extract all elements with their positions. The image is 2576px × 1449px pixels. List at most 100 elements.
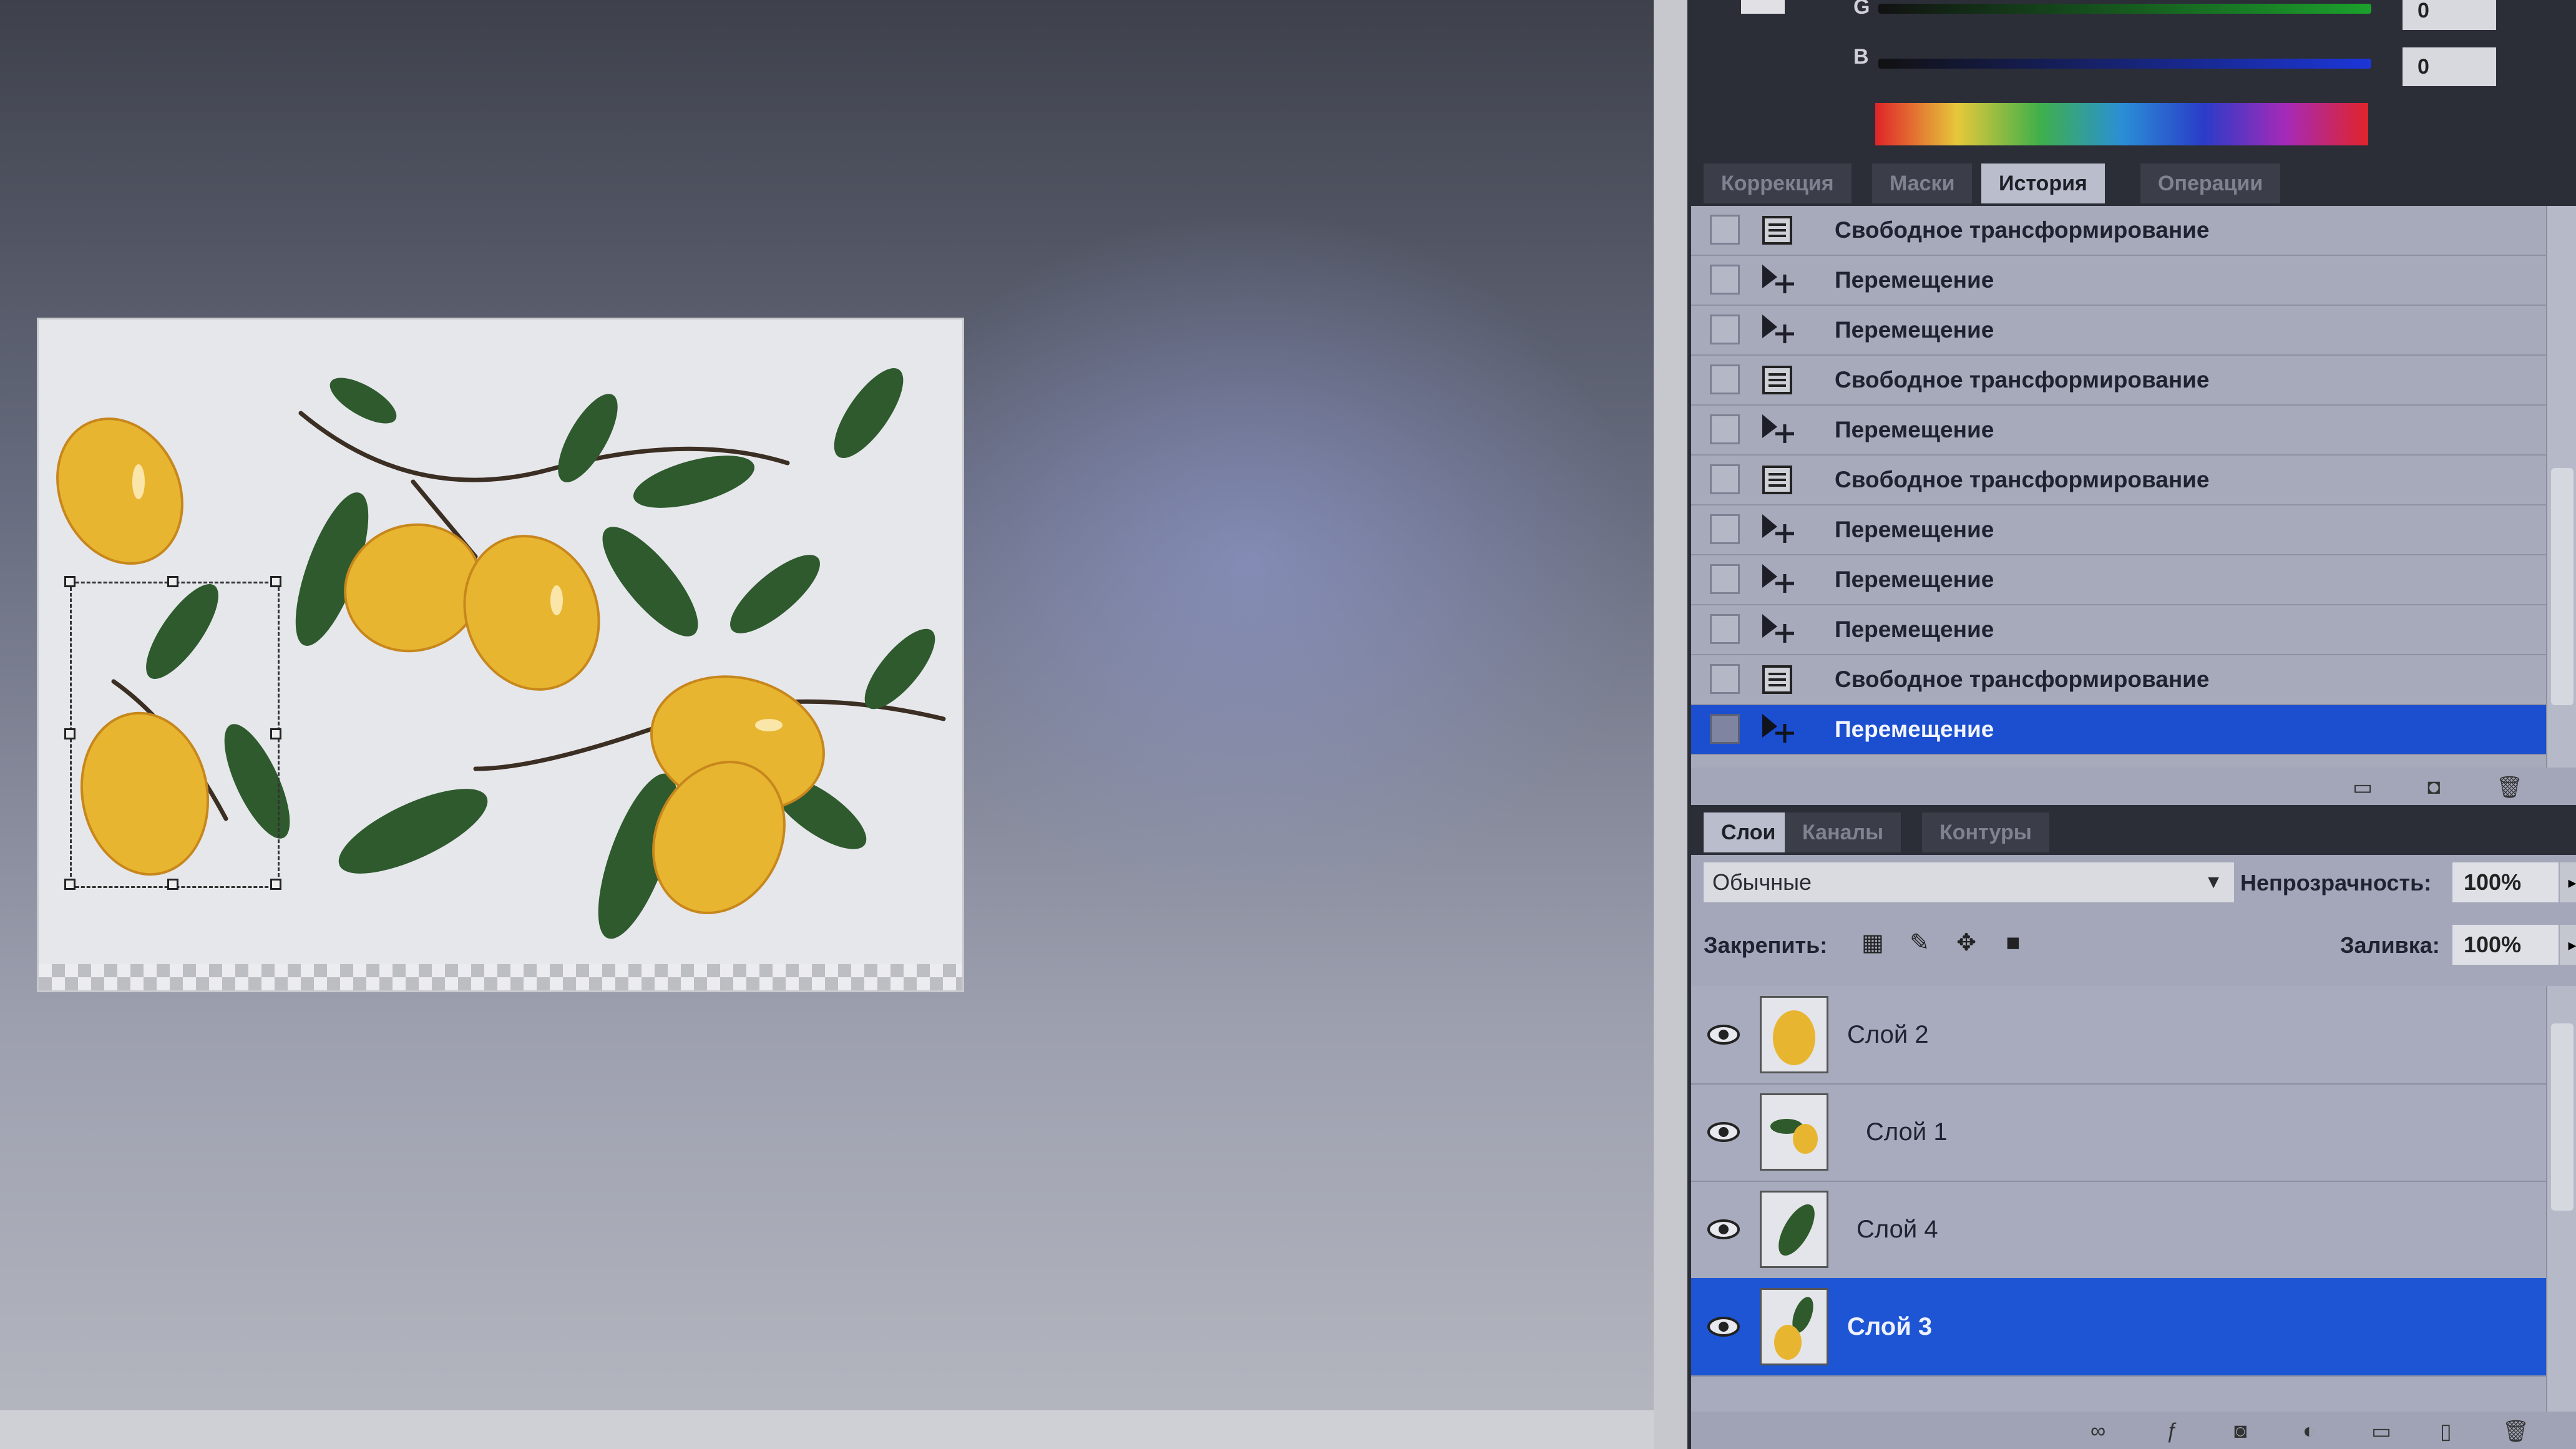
opacity-input[interactable]: 100% — [2452, 862, 2559, 902]
transform-handle[interactable] — [167, 576, 178, 587]
add-mask-icon[interactable]: ◙ — [2234, 1419, 2259, 1443]
history-item-current[interactable]: Перемещение — [1691, 705, 2546, 755]
layer-name[interactable]: Слой 1 — [1866, 1083, 1948, 1181]
history-snapshot-checkbox[interactable] — [1710, 714, 1740, 744]
canvas-workspace[interactable] — [0, 0, 1654, 1449]
history-item-label: Свободное трансформирование — [1835, 467, 2210, 492]
history-snapshot-checkbox[interactable] — [1710, 514, 1740, 544]
fill-input[interactable]: 100% — [2452, 925, 2559, 965]
layer-row[interactable]: Слой 2 — [1691, 986, 2546, 1085]
eye-visibility-icon[interactable] — [1706, 1020, 1741, 1049]
history-item[interactable]: Перемещение — [1691, 505, 2546, 555]
color-spectrum-bar[interactable] — [1875, 103, 2368, 145]
transform-handle[interactable] — [270, 576, 281, 587]
layers-tabbar: Слои Каналы Контуры — [1691, 805, 2576, 855]
tab-paths[interactable]: Контуры — [1922, 812, 2049, 852]
camera-snapshot-icon[interactable]: ◘ — [2427, 775, 2452, 799]
move-icon — [1762, 315, 1794, 343]
history-item[interactable]: Перемещение — [1691, 406, 2546, 456]
transform-handle[interactable] — [270, 728, 281, 739]
eye-visibility-icon[interactable] — [1706, 1215, 1741, 1244]
transform-selection-box[interactable] — [70, 582, 280, 888]
history-snapshot-checkbox[interactable] — [1710, 614, 1740, 644]
transparent-area — [39, 964, 962, 990]
history-scrollbar[interactable] — [2546, 206, 2576, 768]
history-snapshot-checkbox[interactable] — [1710, 564, 1740, 594]
right-panels: G 0 B 0 Коррекция Маски История Операции… — [1687, 0, 2576, 1449]
layer-row[interactable]: Слой 4 — [1691, 1181, 2546, 1279]
green-channel-input[interactable]: 0 — [2403, 0, 2496, 30]
history-snapshot-checkbox[interactable] — [1710, 414, 1740, 444]
adjustment-layer-icon[interactable]: ◐ — [2303, 1419, 2328, 1443]
history-item[interactable]: Перемещение — [1691, 555, 2546, 605]
horizontal-scrollbar[interactable] — [0, 1410, 1654, 1449]
vertical-scrollbar[interactable] — [1654, 0, 1687, 1449]
history-scroll-thumb[interactable] — [2551, 468, 2574, 705]
layer-name[interactable]: Слой 2 — [1847, 986, 1929, 1083]
green-channel-slider[interactable] — [1878, 4, 2371, 14]
eye-visibility-icon[interactable] — [1706, 1312, 1741, 1341]
history-item[interactable]: Перемещение — [1691, 605, 2546, 655]
link-layers-icon[interactable]: ∞ — [2091, 1419, 2115, 1443]
history-item[interactable]: Свободное трансформирование — [1691, 456, 2546, 505]
transform-icon — [1762, 216, 1792, 245]
layer-name[interactable]: Слой 4 — [1856, 1181, 1938, 1278]
lock-transparency-icon[interactable]: ▦ — [1860, 930, 1886, 956]
history-snapshot-checkbox[interactable] — [1710, 215, 1740, 245]
history-item-label: Перемещение — [1835, 517, 1994, 542]
lock-label: Закрепить: — [1704, 932, 1828, 958]
tab-layers[interactable]: Слои — [1704, 812, 1793, 852]
history-item-label: Свободное трансформирование — [1835, 367, 2210, 393]
tab-actions[interactable]: Операции — [2140, 163, 2281, 203]
transform-handle[interactable] — [270, 879, 281, 890]
lock-all-padlock-icon[interactable]: ■ — [2000, 930, 2026, 956]
history-item[interactable]: Свободное трансформирование — [1691, 655, 2546, 705]
new-document-from-state-icon[interactable]: ▭ — [2353, 775, 2378, 799]
lock-position-move-icon[interactable]: ✥ — [1953, 930, 1979, 956]
document-canvas[interactable] — [39, 320, 962, 990]
tab-adjustments[interactable]: Коррекция — [1704, 163, 1852, 203]
blend-mode-value: Обычные — [1712, 869, 1812, 895]
tab-channels[interactable]: Каналы — [1785, 812, 1901, 852]
fill-arrow-icon[interactable]: ▸ — [2560, 925, 2576, 965]
tab-history[interactable]: История — [1981, 163, 2105, 203]
tab-masks[interactable]: Маски — [1872, 163, 1973, 203]
layer-name[interactable]: Слой 3 — [1847, 1278, 1932, 1375]
history-item[interactable]: Свободное трансформирование — [1691, 356, 2546, 406]
new-group-folder-icon[interactable]: ▭ — [2371, 1419, 2396, 1443]
opacity-arrow-icon[interactable]: ▸ — [2560, 862, 2576, 902]
history-item-label: Перемещение — [1835, 617, 1994, 642]
history-snapshot-checkbox[interactable] — [1710, 315, 1740, 344]
blue-channel-slider[interactable] — [1878, 59, 2371, 69]
history-snapshot-checkbox[interactable] — [1710, 364, 1740, 394]
layers-scrollbar[interactable] — [2546, 986, 2576, 1412]
fx-layer-style-icon[interactable]: ƒ — [2165, 1419, 2190, 1443]
layers-options-bar: Обычные ▼ Непрозрачность: 100% ▸ Закрепи… — [1691, 855, 2576, 986]
history-item[interactable]: Свободное трансформирование — [1691, 206, 2546, 256]
chevron-down-icon: ▼ — [2204, 872, 2223, 892]
history-snapshot-checkbox[interactable] — [1710, 464, 1740, 494]
move-icon — [1762, 714, 1794, 743]
blend-mode-select[interactable]: Обычные ▼ — [1704, 862, 2234, 902]
trash-icon[interactable]: 🗑 — [2502, 1419, 2529, 1443]
lock-pixels-brush-icon[interactable]: ✎ — [1906, 930, 1933, 956]
trash-icon[interactable]: 🗑 — [2496, 775, 2523, 799]
opacity-label: Непрозрачность: — [2240, 870, 2432, 895]
layers-scroll-thumb[interactable] — [2551, 1023, 2574, 1211]
layer-row[interactable]: Слой 1 — [1691, 1083, 2546, 1182]
transform-handle[interactable] — [167, 879, 178, 890]
history-item[interactable]: Перемещение — [1691, 306, 2546, 356]
transform-handle[interactable] — [64, 576, 76, 587]
history-snapshot-checkbox[interactable] — [1710, 664, 1740, 694]
green-channel-label: G — [1853, 0, 1870, 19]
blue-channel-input[interactable]: 0 — [2403, 47, 2496, 86]
transform-handle[interactable] — [64, 728, 76, 739]
history-snapshot-checkbox[interactable] — [1710, 265, 1740, 295]
eye-visibility-icon[interactable] — [1706, 1118, 1741, 1146]
layer-row-selected[interactable]: Слой 3 — [1691, 1278, 2546, 1377]
new-layer-icon[interactable]: ▯ — [2440, 1419, 2465, 1443]
history-item-label: Перемещение — [1835, 417, 1994, 442]
transform-handle[interactable] — [64, 879, 76, 890]
history-item[interactable]: Перемещение — [1691, 256, 2546, 306]
color-swatch[interactable] — [1741, 0, 1785, 14]
